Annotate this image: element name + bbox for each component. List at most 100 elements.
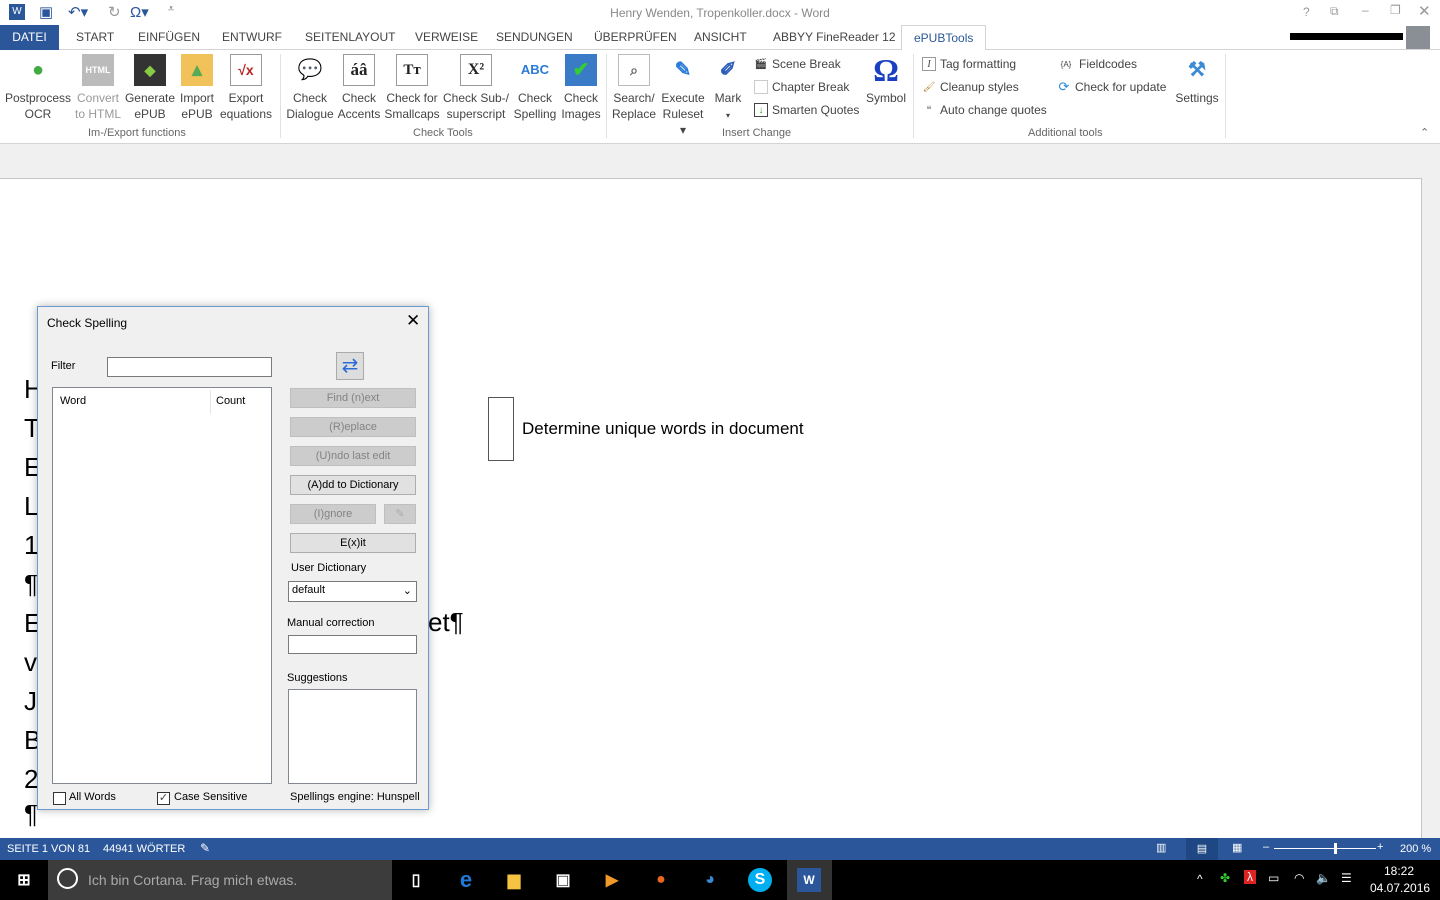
zoom-in-button[interactable]: + xyxy=(1377,841,1383,853)
tab-ansicht[interactable]: ANSICHT xyxy=(682,25,759,50)
suggestions-list[interactable] xyxy=(288,689,417,784)
clock-time[interactable]: 18:22 xyxy=(1384,864,1414,878)
wifi-icon[interactable]: ◠ xyxy=(1294,871,1304,885)
clock-date[interactable]: 04.07.2016 xyxy=(1370,881,1430,895)
scene-break-button[interactable]: 🎬 Scene Break xyxy=(754,54,841,74)
export-equations-button[interactable]: √x Export equations xyxy=(219,54,273,122)
spelling-check-icon: ABC xyxy=(520,62,550,77)
tab-epubtools[interactable]: ePUBTools xyxy=(901,25,987,51)
page-count[interactable]: SEITE 1 VON 81 xyxy=(7,843,90,855)
tab-sendungen[interactable]: SENDUNGEN xyxy=(484,25,585,50)
collapse-ribbon-icon[interactable]: ⌃ xyxy=(1420,126,1429,139)
auto-change-quotes-button[interactable]: ❝ Auto change quotes xyxy=(922,100,1046,120)
case-sensitive-label[interactable]: Case Sensitive xyxy=(174,791,247,803)
ignore-button[interactable]: (I)gnore xyxy=(290,504,376,524)
action-center-icon[interactable]: ☰ xyxy=(1341,871,1352,885)
check-smallcaps-button[interactable]: Tт Check for Smallcaps xyxy=(384,54,440,122)
acrobat-icon[interactable]: λ xyxy=(1244,870,1256,884)
zoom-level[interactable]: 200 % xyxy=(1400,843,1431,855)
group-label-check-tools: Check Tools xyxy=(413,127,473,139)
replace-button[interactable]: (R)eplace xyxy=(290,417,416,437)
filter-input[interactable] xyxy=(107,357,272,377)
word-list[interactable]: Word Count xyxy=(52,387,272,784)
generate-epub-button[interactable]: ◆ Generate ePUB xyxy=(124,54,176,122)
edit-button[interactable]: ✎ xyxy=(384,504,416,524)
settings-button[interactable]: ⚒ Settings xyxy=(1172,54,1222,106)
task-view-icon[interactable]: ▯ xyxy=(404,868,428,892)
windows-start-icon[interactable]: ⊞ xyxy=(12,868,36,892)
check-dialogue-button[interactable]: 💬 Check Dialogue xyxy=(285,54,335,122)
tab-seitenlayout[interactable]: SEITENLAYOUT xyxy=(293,25,407,50)
tab-ueberpruefen[interactable]: ÜBERPRÜFEN xyxy=(582,25,689,50)
postprocess-ocr-button[interactable]: ● Postprocess OCR xyxy=(5,54,71,122)
tag-formatting-button[interactable]: I Tag formatting xyxy=(922,54,1016,74)
thunderbird-icon[interactable]: ◕ xyxy=(698,868,722,892)
user-name-redacted[interactable] xyxy=(1290,33,1403,40)
symbol-button[interactable]: Ω Symbol xyxy=(863,54,909,106)
undo-last-edit-button[interactable]: (U)ndo last edit xyxy=(290,446,416,466)
column-divider xyxy=(210,390,211,414)
tab-datei[interactable]: DATEI xyxy=(0,25,59,50)
user-dictionary-value: default xyxy=(292,584,326,596)
fieldcodes-icon: {A} xyxy=(1060,59,1072,69)
print-layout-icon[interactable]: ▤ xyxy=(1186,838,1218,860)
word-taskbar-button[interactable]: W xyxy=(787,860,832,900)
find-next-button[interactable]: Find (n)ext xyxy=(290,388,416,408)
media-player-icon[interactable]: ▶ xyxy=(600,868,624,892)
tab-verweise[interactable]: VERWEISE xyxy=(403,25,490,50)
tab-entwurf[interactable]: ENTWURF xyxy=(210,25,294,50)
dropbox-icon[interactable]: ✤ xyxy=(1220,871,1230,885)
check-images-button[interactable]: ✔ Check Images xyxy=(559,54,603,122)
firefox-icon[interactable]: ● xyxy=(649,868,673,892)
check-superscript-button[interactable]: X² Check Sub-/superscript xyxy=(442,54,510,122)
show-hidden-icons[interactable]: ^ xyxy=(1197,872,1203,886)
check-spelling-button[interactable]: ABC Check Spelling xyxy=(512,54,558,122)
tab-abbyy[interactable]: ABBYY FineReader 12 xyxy=(761,25,908,50)
web-layout-icon[interactable]: ▦ xyxy=(1232,841,1242,854)
edge-icon[interactable]: e xyxy=(454,867,478,892)
check-accents-button[interactable]: áâ Check Accents xyxy=(336,54,382,122)
store-icon[interactable]: ▣ xyxy=(551,868,575,892)
smarten-quotes-button[interactable]: ↓ Smarten Quotes xyxy=(754,100,859,120)
zoom-slider-thumb[interactable] xyxy=(1334,843,1337,854)
convert-to-html-button[interactable]: HTML Convert to HTML xyxy=(73,54,123,122)
dialog-close-button[interactable]: ✕ xyxy=(406,311,420,331)
execute-ruleset-button[interactable]: ✎ Execute Ruleset ▾ xyxy=(658,54,708,138)
proofing-icon[interactable]: ✎ xyxy=(200,841,210,855)
volume-icon[interactable]: 🔈 xyxy=(1316,871,1331,885)
zoom-slider[interactable] xyxy=(1274,848,1376,849)
tab-einfuegen[interactable]: EINFÜGEN xyxy=(126,25,212,50)
add-to-dictionary-button[interactable]: (A)dd to Dictionary xyxy=(290,475,416,495)
zoom-out-button[interactable]: – xyxy=(1263,841,1269,853)
tab-start[interactable]: START xyxy=(64,25,126,50)
cortana-search-box[interactable]: Ich bin Cortana. Frag mich etwas. xyxy=(48,860,392,900)
file-explorer-icon[interactable]: ▆ xyxy=(502,868,526,892)
user-dictionary-select[interactable]: default ⌄ xyxy=(288,581,417,602)
import-epub-button[interactable]: ▴ Import ePUB xyxy=(177,54,217,122)
manual-correction-input[interactable] xyxy=(288,635,417,654)
search-replace-button[interactable]: ⌕ Search/Replace xyxy=(611,54,657,122)
battery-icon[interactable]: ▭ xyxy=(1268,871,1279,885)
case-sensitive-checkbox[interactable]: ✓ xyxy=(157,792,170,805)
column-header-count[interactable]: Count xyxy=(216,395,245,407)
mark-button[interactable]: ✐ Mark ▾ xyxy=(710,54,746,124)
all-words-checkbox[interactable] xyxy=(53,792,66,805)
chevron-down-icon: ⌄ xyxy=(402,585,412,597)
column-header-word[interactable]: Word xyxy=(60,395,86,407)
cleanup-styles-button[interactable]: 🖌 Cleanup styles xyxy=(922,77,1019,97)
maximize-button[interactable]: ❐ xyxy=(1390,3,1401,17)
check-for-update-button[interactable]: ⟳ Check for update xyxy=(1057,77,1167,97)
fieldcodes-button[interactable]: {A} Fieldcodes xyxy=(1057,54,1137,74)
minimize-button[interactable]: – xyxy=(1362,3,1369,17)
skype-icon[interactable]: S xyxy=(748,868,772,892)
exit-button[interactable]: E(x)it xyxy=(290,533,416,553)
help-button[interactable]: ? xyxy=(1303,5,1310,19)
chapter-break-button[interactable]: Chapter Break xyxy=(754,77,849,97)
refresh-words-button[interactable]: ⇄ xyxy=(336,352,364,380)
word-count[interactable]: 44941 WÖRTER xyxy=(103,843,185,855)
read-mode-icon[interactable]: ▥ xyxy=(1156,841,1166,854)
all-words-label[interactable]: All Words xyxy=(69,791,116,803)
avatar[interactable] xyxy=(1406,26,1430,49)
ribbon-display-options-icon[interactable]: ⧉ xyxy=(1330,4,1339,19)
close-button[interactable]: ✕ xyxy=(1418,2,1431,20)
